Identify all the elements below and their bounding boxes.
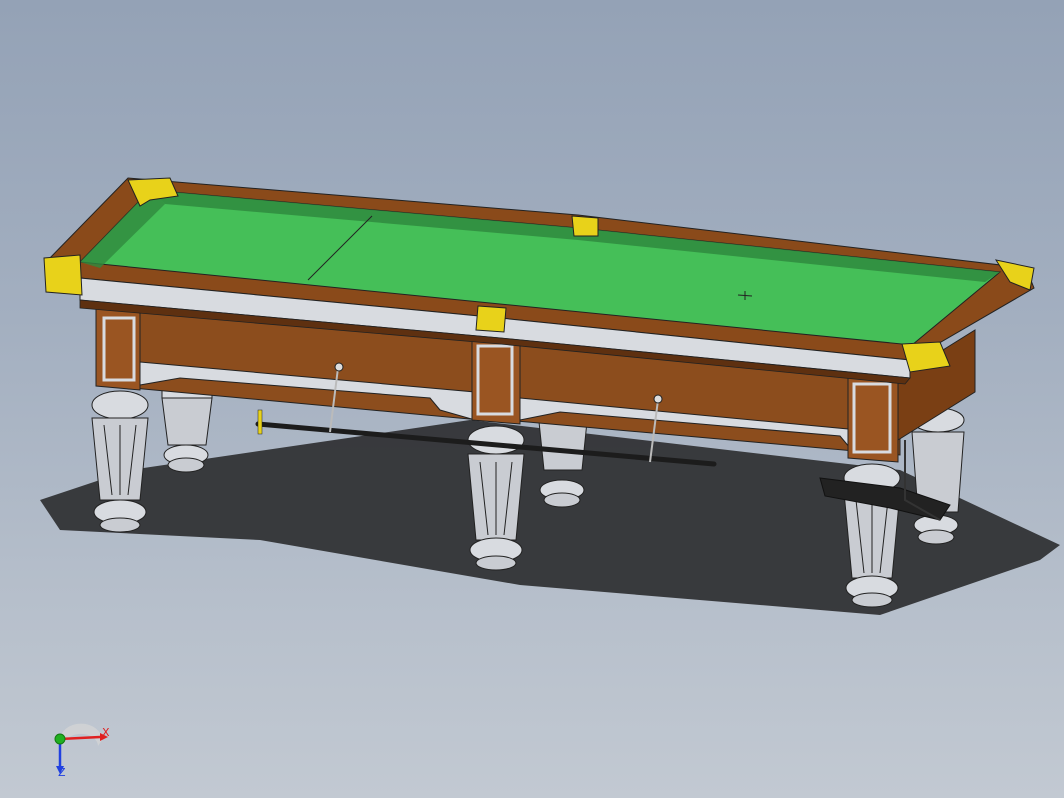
pocket-front-middle: [475, 305, 507, 333]
front-left-leg: [91, 390, 149, 533]
x-axis-label: X: [102, 726, 110, 739]
z-axis-label: Z: [58, 766, 66, 779]
pocket-front-right: [901, 341, 951, 373]
pocket-back-middle: [571, 215, 599, 237]
axis-triad: X Z: [40, 722, 120, 782]
3d-viewport[interactable]: X Z: [0, 0, 1064, 798]
billiard-table-model[interactable]: [0, 0, 1064, 798]
pocket-front-left: [43, 254, 83, 296]
y-axis-indicator: [54, 733, 66, 745]
back-right-leg: [911, 407, 965, 545]
